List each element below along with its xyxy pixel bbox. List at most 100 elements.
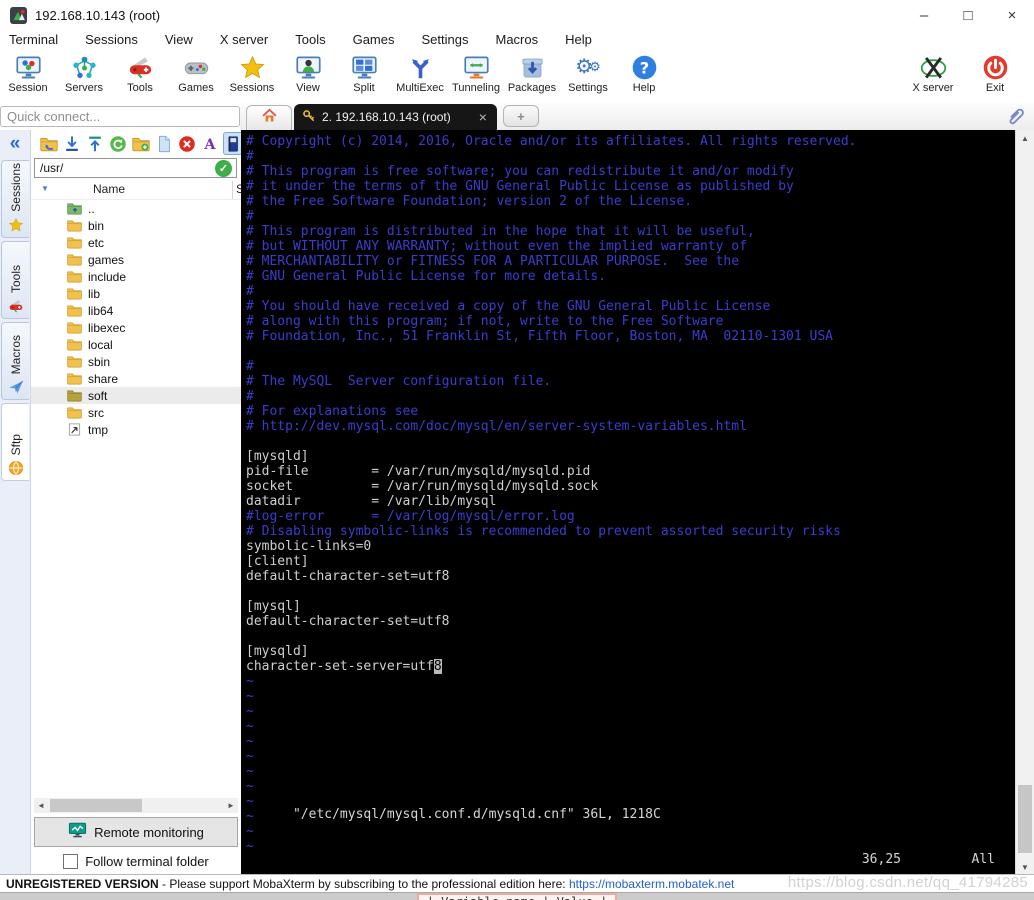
folder-icon xyxy=(67,389,83,402)
help-button[interactable]: ? Help xyxy=(616,49,672,103)
upload-icon[interactable] xyxy=(86,133,104,154)
split-button[interactable]: Split xyxy=(336,49,392,103)
tools-button[interactable]: Tools xyxy=(112,49,168,103)
tunneling-button[interactable]: Tunneling xyxy=(448,49,504,103)
file-row[interactable]: sbin xyxy=(31,353,241,370)
column-divider[interactable] xyxy=(232,181,233,199)
terminal-scrollbar-thumb[interactable] xyxy=(1018,785,1032,853)
status-bar: UNREGISTERED VERSION - Please support Mo… xyxy=(0,874,1034,893)
paperclip-icon[interactable] xyxy=(1004,105,1026,127)
remote-monitoring-button[interactable]: Remote monitoring xyxy=(34,817,238,847)
path-ok-icon[interactable]: ✓ xyxy=(215,160,232,177)
file-name: src xyxy=(88,405,104,420)
settings-button[interactable]: ⚙⚙ Settings xyxy=(560,49,616,103)
scroll-left-icon[interactable]: ◄ xyxy=(34,801,48,810)
star-icon xyxy=(239,53,266,81)
file-row[interactable]: libexec xyxy=(31,319,241,336)
file-row[interactable]: lib xyxy=(31,285,241,302)
file-list-header[interactable]: ▼ Name S xyxy=(31,181,244,200)
rename-icon[interactable]: A xyxy=(201,133,219,154)
file-row[interactable]: etc xyxy=(31,234,241,251)
menu-item-tools[interactable]: Tools xyxy=(295,32,325,47)
multiexec-button[interactable]: MultiExec xyxy=(392,49,448,103)
session-button[interactable]: Session xyxy=(0,49,56,103)
session-label: Session xyxy=(8,82,48,94)
tab-close-icon[interactable]: × xyxy=(479,110,487,124)
download-icon[interactable] xyxy=(63,133,81,154)
scroll-up-icon[interactable]: ▲ xyxy=(1016,130,1034,146)
book-icon[interactable] xyxy=(224,133,242,154)
scroll-down-icon[interactable]: ▼ xyxy=(1016,859,1034,875)
quick-connect-input[interactable] xyxy=(0,106,240,127)
scrollbar-thumb[interactable] xyxy=(50,799,142,812)
side-tab-sftp[interactable]: Sftp xyxy=(1,403,29,481)
servers-button[interactable]: Servers xyxy=(56,49,112,103)
file-row[interactable]: include xyxy=(31,268,241,285)
packages-button[interactable]: Packages xyxy=(504,49,560,103)
terminal-line: # For explanations see xyxy=(246,404,419,419)
file-row[interactable]: tmp xyxy=(31,421,241,438)
menu-item-terminal[interactable]: Terminal xyxy=(9,32,58,47)
folder-icon xyxy=(67,321,83,334)
terminal-scrollbar[interactable]: ▲ ▼ xyxy=(1015,130,1034,875)
sessions-button[interactable]: Sessions xyxy=(224,49,280,103)
mobatek-link[interactable]: https://mobaxterm.mobatek.net xyxy=(569,877,734,891)
view-button[interactable]: View xyxy=(280,49,336,103)
previous-folder-icon[interactable] xyxy=(40,133,58,154)
multiexec-icon xyxy=(407,53,434,81)
menu-item-settings[interactable]: Settings xyxy=(422,32,469,47)
side-tab-macros[interactable]: Macros xyxy=(1,322,29,400)
menu-item-x-server[interactable]: X server xyxy=(220,32,268,47)
title-bar: 192.168.10.143 (root) – □ × xyxy=(0,0,1034,30)
menu-item-macros[interactable]: Macros xyxy=(495,32,538,47)
exit-button[interactable]: Exit xyxy=(964,49,1026,103)
file-row[interactable]: soft xyxy=(31,387,241,404)
menu-item-games[interactable]: Games xyxy=(353,32,395,47)
refresh-icon[interactable] xyxy=(109,133,127,154)
delete-icon[interactable] xyxy=(178,133,196,154)
side-tab-sessions[interactable]: Sessions xyxy=(1,160,29,238)
terminal-line: datadir = /var/lib/mysql xyxy=(246,494,497,509)
file-row[interactable]: share xyxy=(31,370,241,387)
active-session-tab[interactable]: 2. 192.168.10.143 (root) × xyxy=(294,104,497,130)
vim-tilde-line: ~ xyxy=(246,719,254,734)
collapse-sidebar-button[interactable]: « xyxy=(10,130,21,160)
side-tab-label: Sftp xyxy=(8,433,23,455)
terminal-line: pid-file = /var/run/mysqld/mysqld.pid xyxy=(246,464,591,479)
file-row[interactable]: lib64 xyxy=(31,302,241,319)
follow-terminal-folder-checkbox[interactable] xyxy=(63,853,79,869)
terminal-line: # You should have received a copy of the… xyxy=(246,299,771,314)
minimize-button[interactable]: – xyxy=(902,0,946,30)
file-row[interactable]: .. xyxy=(31,200,241,217)
menu-item-view[interactable]: View xyxy=(165,32,193,47)
games-button[interactable]: Games xyxy=(168,49,224,103)
home-tab[interactable] xyxy=(246,105,292,130)
folder-icon xyxy=(67,287,83,300)
x-server-button[interactable]: X server xyxy=(902,49,964,103)
new-folder-icon[interactable] xyxy=(132,133,150,154)
horizontal-scrollbar[interactable]: ◄ ► xyxy=(34,798,238,813)
column-name[interactable]: Name xyxy=(93,182,125,196)
terminal-line: [mysqld] xyxy=(246,644,309,659)
new-tab-button[interactable]: + xyxy=(502,105,539,127)
file-row[interactable]: src xyxy=(31,404,241,421)
new-file-icon[interactable] xyxy=(155,133,173,154)
vim-tilde-line: ~ xyxy=(246,764,254,779)
file-name: lib64 xyxy=(88,303,114,318)
file-row[interactable]: local xyxy=(31,336,241,353)
close-button[interactable]: × xyxy=(990,0,1034,30)
swiss-knife-icon xyxy=(8,298,24,314)
menu-item-help[interactable]: Help xyxy=(565,32,592,47)
file-row[interactable]: games xyxy=(31,251,241,268)
maximize-button[interactable]: □ xyxy=(946,0,990,30)
sort-desc-icon[interactable]: ▼ xyxy=(41,184,49,193)
terminal[interactable]: # Copyright (c) 2014, 2016, Oracle and/o… xyxy=(241,130,1015,875)
terminal-line: # xyxy=(246,284,254,299)
terminal-line: # along with this program; if not, write… xyxy=(246,314,724,329)
menu-item-sessions[interactable]: Sessions xyxy=(85,32,138,47)
scroll-right-icon[interactable]: ► xyxy=(224,801,238,810)
file-row[interactable]: bin xyxy=(31,217,241,234)
sftp-path-input[interactable] xyxy=(34,158,237,178)
packages-label: Packages xyxy=(507,82,557,94)
side-tab-tools[interactable]: Tools xyxy=(1,241,29,319)
